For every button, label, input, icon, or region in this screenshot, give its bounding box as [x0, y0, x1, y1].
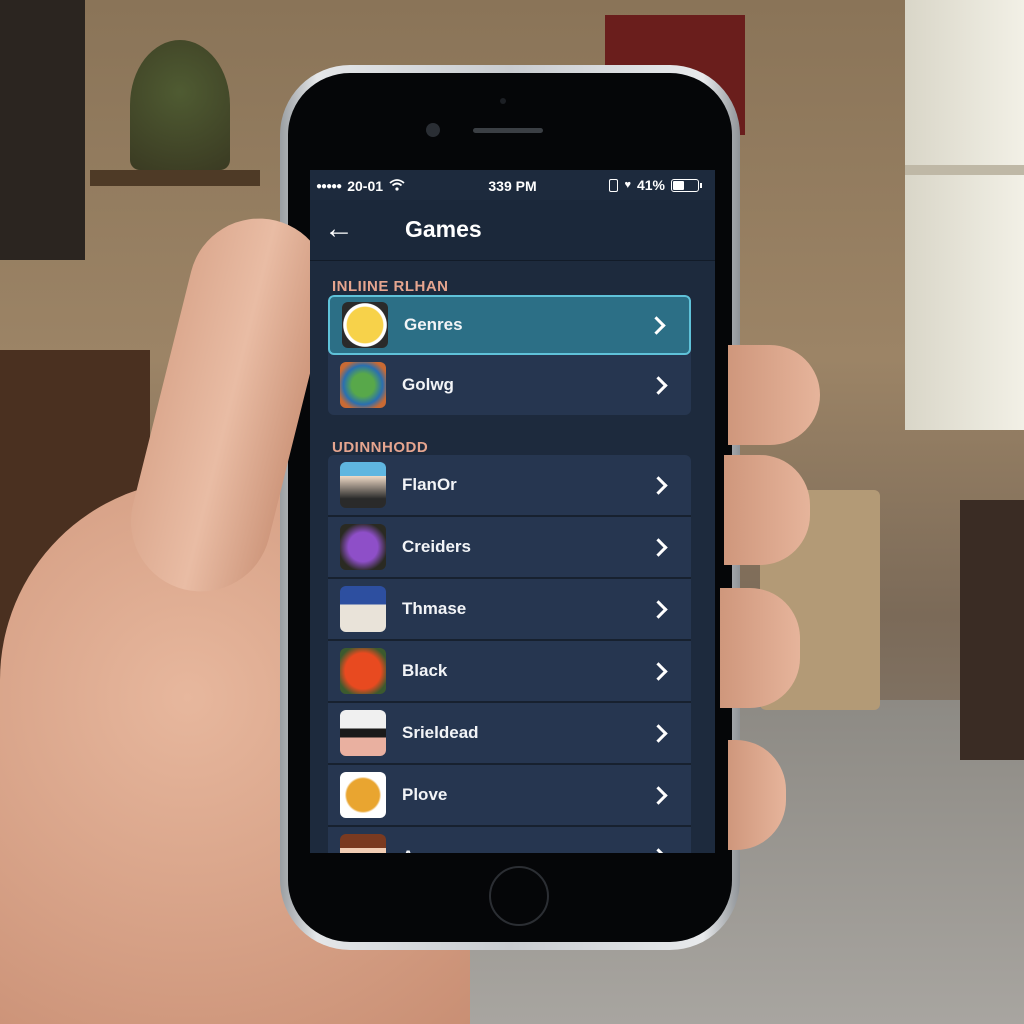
finger-index [728, 345, 820, 445]
list-item-label: Srieldead [402, 723, 479, 742]
location-icon: ♥ [624, 179, 631, 191]
list-item[interactable]: Srieldead [328, 703, 691, 765]
chevron-right-icon [649, 847, 668, 853]
chevron-right-icon [649, 375, 668, 395]
chevron-right-icon [649, 475, 668, 495]
masked-cat-icon [340, 710, 386, 756]
background-shelf [90, 170, 260, 186]
app-screen: ●●●●● 20-01 339 PM ♥ 41% ← Games INLIINE… [310, 170, 715, 853]
list-item-label: Thmase [402, 599, 467, 618]
background-window [905, 0, 1024, 430]
orientation-lock-icon [609, 178, 619, 192]
home-button[interactable] [489, 866, 549, 926]
purple-monster-icon [340, 524, 386, 570]
list-item-label: FlanOr [402, 475, 457, 494]
princess-icon [340, 462, 386, 508]
chevron-right-icon [649, 723, 668, 743]
red-demon-icon [340, 648, 386, 694]
battery-percent: 41% [636, 177, 665, 193]
navigation-bar: ← Games [310, 200, 715, 261]
list-item[interactable]: Thmase [328, 579, 691, 641]
chevron-right-icon [649, 599, 668, 619]
character-icon [340, 834, 386, 853]
list-item-label: Amcer [402, 847, 652, 853]
chevron-right-icon [647, 315, 666, 335]
finger-middle [724, 455, 810, 565]
chevron-right-icon [649, 785, 668, 805]
front-camera [426, 123, 440, 137]
finger-ring [720, 588, 800, 708]
list-item[interactable]: Plove [328, 765, 691, 827]
list-item-label: Golwg [402, 375, 454, 394]
list-item-label: Black [402, 661, 448, 680]
status-bar: ●●●●● 20-01 339 PM ♥ 41% [310, 170, 715, 200]
list-item[interactable]: Amcer [328, 827, 691, 853]
battery-icon [671, 178, 702, 192]
back-arrow-icon[interactable]: ← [324, 214, 358, 244]
list-item[interactable]: Black [328, 641, 691, 703]
list-item[interactable]: Genres [328, 295, 691, 355]
list-item-label: Creiders [402, 537, 471, 556]
chevron-right-icon [649, 537, 668, 557]
chick-face-icon [342, 302, 388, 348]
section-1-list: Genres Golwg [328, 295, 691, 415]
section-2-list: FlanOr Creiders Thmase Black Srieldead Plove A… [328, 455, 691, 853]
list-item-label: Plove [402, 785, 448, 804]
list-item[interactable]: FlanOr [328, 455, 691, 517]
list-item-label: Genres [404, 315, 463, 334]
section-header-1: INLIINE RLHAN [332, 278, 449, 295]
list-item[interactable]: Golwg [328, 355, 691, 415]
proximity-sensor [500, 98, 506, 104]
blue-knight-icon [340, 586, 386, 632]
background-right-cabinet [960, 500, 1024, 760]
section-header-2: UDINNHODD [332, 439, 429, 456]
background-tv [0, 0, 85, 260]
background-plant [130, 40, 230, 170]
golden-badge-icon [340, 772, 386, 818]
page-title: Games [405, 216, 482, 242]
chevron-right-icon [649, 661, 668, 681]
list-item[interactable]: Creiders [328, 517, 691, 579]
earpiece-speaker [473, 128, 543, 133]
green-globe-icon [340, 362, 386, 408]
